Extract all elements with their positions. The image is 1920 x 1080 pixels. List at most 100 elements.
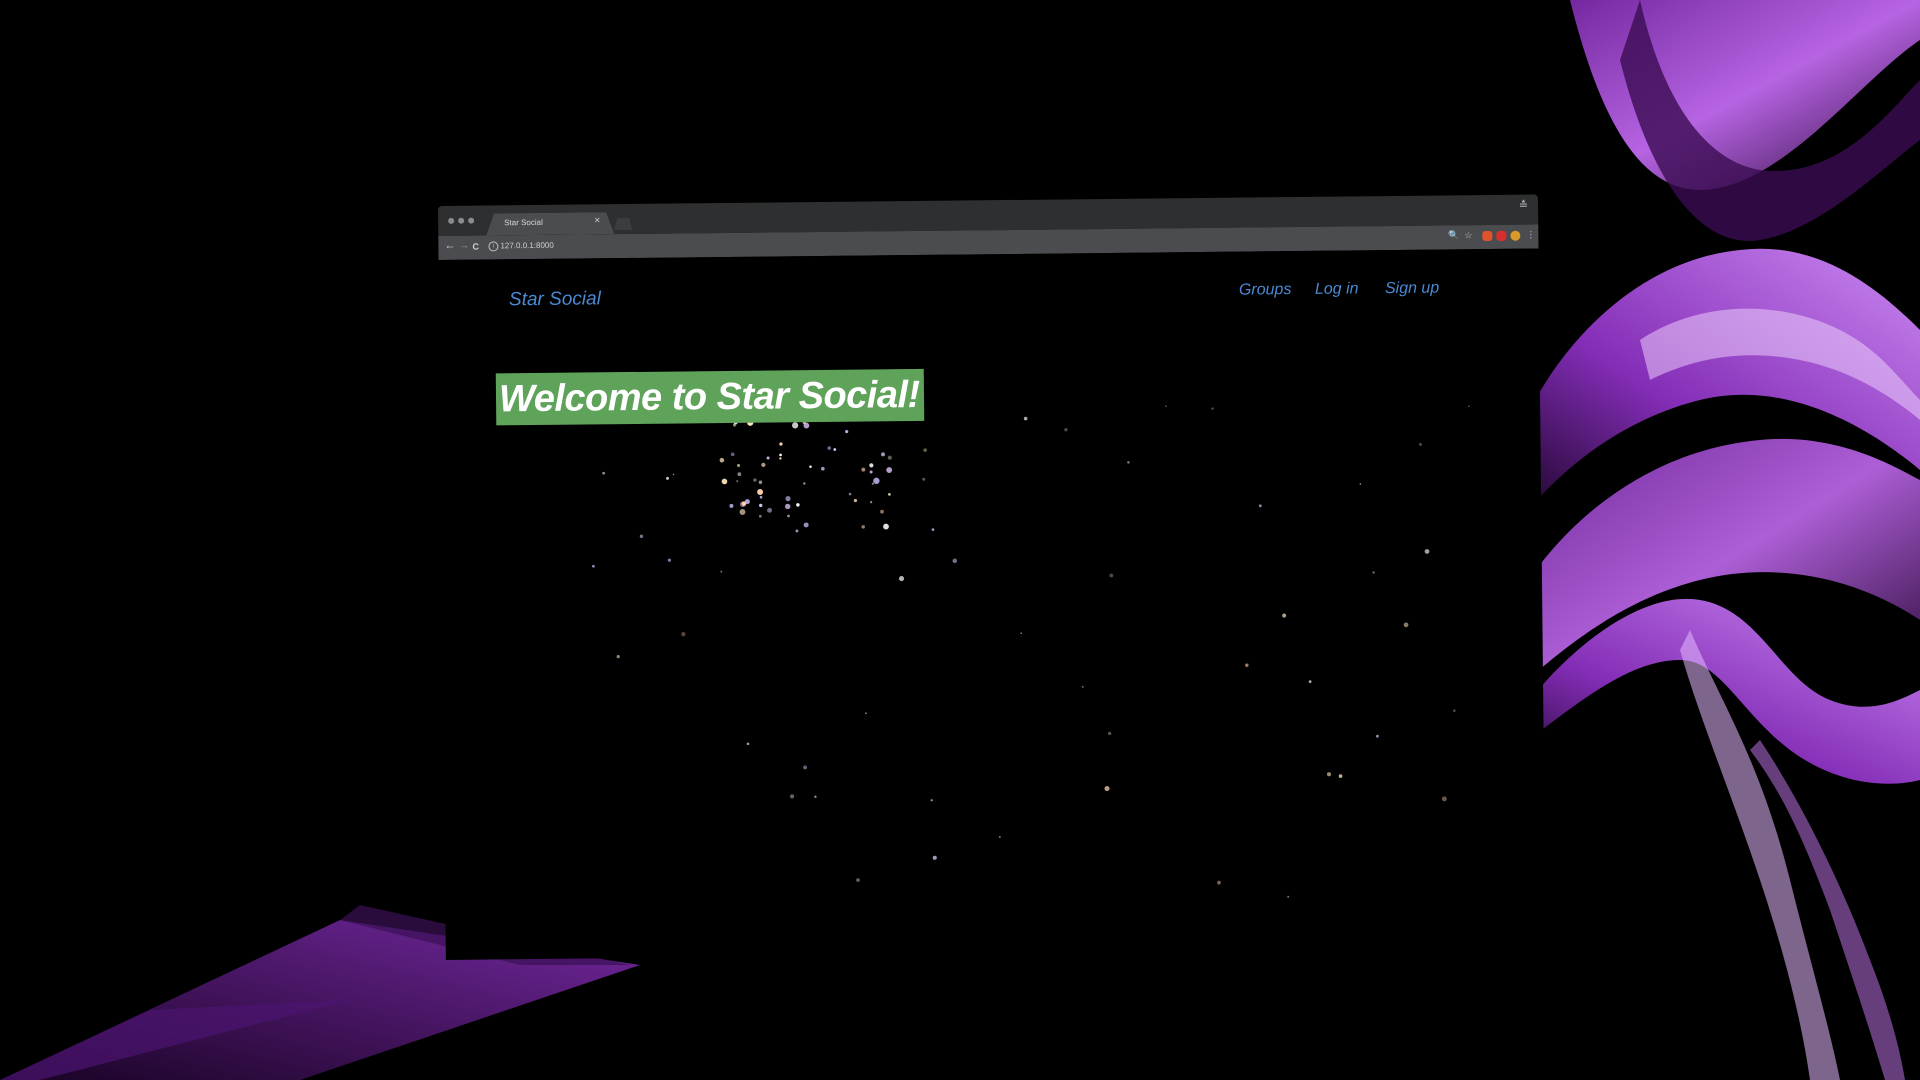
star-particle [672,473,675,476]
star-particle [853,498,858,503]
profile-icon[interactable]: ≛ [1519,199,1528,212]
star-particle [1453,709,1456,712]
star-particle [1338,774,1343,778]
desktop-background: Star Social × ≛ ← → C i 127.0.0.1:8000 🔍… [0,0,1920,1080]
site-info-icon[interactable]: i [488,241,499,252]
star-particle [746,742,750,746]
star-particle [666,476,669,480]
star-particle [1020,632,1023,634]
star-particle [729,503,734,508]
star-particle [1403,622,1409,628]
star-particle [667,558,671,562]
forward-icon[interactable]: → [458,240,469,252]
welcome-heading: Welcome to Star Social! [495,368,924,426]
star-particle [833,448,837,451]
browser-tab[interactable]: Star Social × [486,212,614,235]
star-particle [1326,772,1332,777]
star-particle [759,495,763,499]
star-particle [757,489,764,495]
star-particle [1419,442,1422,446]
window-minimize-icon[interactable] [458,217,465,224]
star-particle [923,448,927,452]
browser-menu-icon[interactable]: ⋮ [1526,230,1535,241]
star-particle [785,496,791,502]
star-particle [779,442,783,446]
star-particle [639,534,644,538]
star-particle [931,528,935,532]
star-particle [1441,796,1447,802]
back-icon[interactable]: ← [444,240,455,252]
star-particle [814,795,817,798]
nav-login-link[interactable]: Log in [1315,280,1359,298]
star-particle [720,570,723,573]
star-particle [736,480,739,483]
window-zoom-icon[interactable] [468,217,475,224]
star-particle [869,463,874,468]
star-particle [730,452,735,457]
star-particle [861,525,865,529]
star-particle [739,509,746,515]
extension-icon[interactable] [1510,230,1521,241]
star-particle [795,529,799,533]
star-particle [1107,731,1112,736]
zoom-icon[interactable]: 🔍 [1448,230,1459,241]
star-particle [1359,483,1362,485]
star-particle [1372,571,1375,574]
star-particle [681,632,686,637]
tab-close-icon[interactable]: × [594,215,600,226]
star-particle [790,794,795,799]
star-particle [779,453,782,457]
browser-window: Star Social × ≛ ← → C i 127.0.0.1:8000 🔍… [438,194,1546,965]
star-particle [932,855,937,860]
star-particle [787,514,790,518]
window-close-icon[interactable] [448,217,455,224]
star-particle [1165,405,1167,408]
star-particle [1282,613,1287,618]
star-particle [758,480,763,485]
star-particle [761,462,766,467]
star-particle [1104,785,1110,792]
star-particle [737,463,741,467]
star-particle [779,457,782,460]
star-particle [792,422,799,429]
tab-title: Star Social [504,217,543,228]
star-particle [1127,461,1130,464]
star-particle [1245,663,1249,667]
star-particle [881,452,885,457]
extension-icon[interactable] [1482,230,1493,242]
web-page: Star Social Groups Log in Sign up Welcom… [438,248,1546,960]
star-particle [803,482,806,485]
reload-icon[interactable]: C [472,242,479,252]
star-particle [888,493,891,496]
star-particle [930,799,933,802]
star-particle [767,507,773,513]
extension-icon[interactable] [1496,230,1507,241]
bookmark-star-icon[interactable]: ☆ [1464,230,1472,241]
star-particle [869,470,873,474]
star-particle [827,446,832,450]
new-tab-button[interactable] [614,218,632,230]
star-particle [848,492,852,496]
star-particle [998,836,1001,838]
nav-groups-link[interactable]: Groups [1239,281,1292,300]
site-brand-link[interactable]: Star Social [509,288,601,311]
star-particle [1109,573,1114,578]
star-particle [887,455,892,460]
star-particle [1217,880,1221,885]
star-particle [865,712,867,715]
star-particle [1023,416,1028,421]
star-particle [886,467,893,473]
star-particle [1287,895,1290,898]
star-particle [821,466,825,471]
star-particle [880,509,884,514]
star-particle [758,514,762,518]
star-particle [1081,685,1084,688]
star-particle [803,765,808,770]
star-particle [719,457,725,463]
star-particle [1211,407,1214,410]
star-particle [759,503,763,508]
star-particle [616,655,620,659]
starfield-background [592,404,1470,898]
nav-signup-link[interactable]: Sign up [1385,280,1439,299]
star-particle [1468,405,1470,408]
